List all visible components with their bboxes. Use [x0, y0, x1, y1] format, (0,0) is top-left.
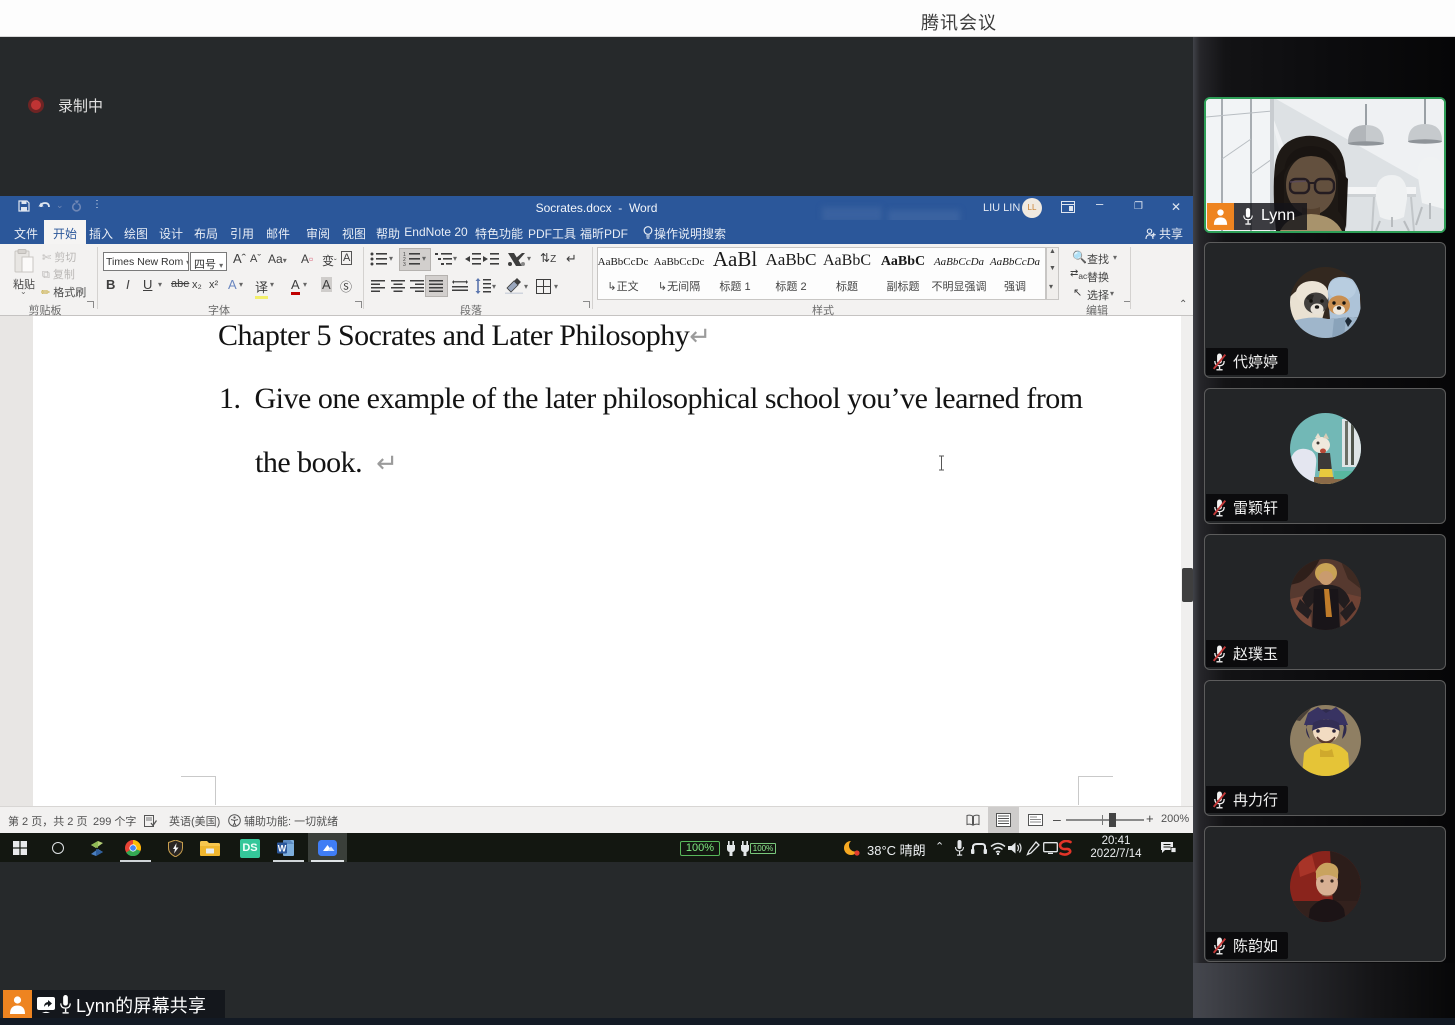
svg-text:3: 3	[403, 262, 406, 266]
svg-text:W: W	[278, 844, 287, 854]
